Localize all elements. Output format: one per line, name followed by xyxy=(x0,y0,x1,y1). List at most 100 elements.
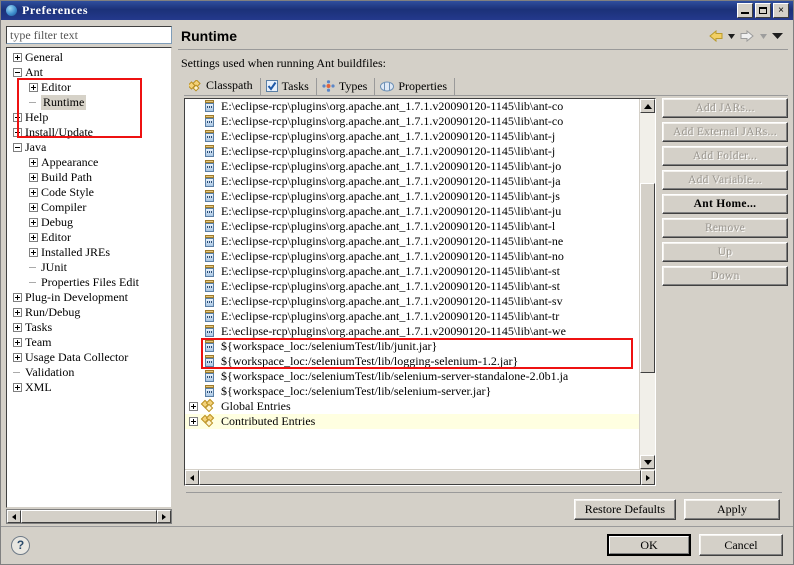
expand-plus-icon[interactable] xyxy=(13,323,22,332)
list-scroll-right-button[interactable] xyxy=(641,470,655,485)
list-hscrollbar-thumb[interactable] xyxy=(199,470,641,485)
expand-plus-icon[interactable] xyxy=(29,233,38,242)
expand-plus-icon[interactable] xyxy=(13,293,22,302)
sidebar-item-install-update[interactable]: Install/Update xyxy=(9,125,171,140)
classpath-entry[interactable]: E:\eclipse-rcp\plugins\org.apache.ant_1.… xyxy=(185,294,639,309)
sidebar-item-editor[interactable]: Editor xyxy=(9,230,171,245)
expand-plus-icon[interactable] xyxy=(13,53,22,62)
sidebar-item-tasks[interactable]: Tasks xyxy=(9,320,171,335)
maximize-button[interactable] xyxy=(755,3,771,18)
classpath-entry[interactable]: E:\eclipse-rcp\plugins\org.apache.ant_1.… xyxy=(185,114,639,129)
tab-tasks[interactable]: Tasks xyxy=(261,78,317,95)
expand-plus-icon[interactable] xyxy=(189,402,198,411)
sidebar-item-run-debug[interactable]: Run/Debug xyxy=(9,305,171,320)
sidebar-item-validation[interactable]: Validation xyxy=(9,365,171,380)
ok-button[interactable]: OK xyxy=(607,534,691,556)
collapse-minus-icon[interactable] xyxy=(13,68,22,77)
sidebar-item-runtime[interactable]: Runtime xyxy=(9,95,171,110)
close-button[interactable]: × xyxy=(773,3,789,18)
back-arrow-icon[interactable] xyxy=(707,29,724,43)
classpath-entry[interactable]: E:\eclipse-rcp\plugins\org.apache.ant_1.… xyxy=(185,264,639,279)
tab-classpath[interactable]: Classpath xyxy=(184,78,261,95)
classpath-entry[interactable]: E:\eclipse-rcp\plugins\org.apache.ant_1.… xyxy=(185,99,639,114)
sidebar-item-editor[interactable]: Editor xyxy=(9,80,171,95)
classpath-entry[interactable]: ${workspace_loc:/seleniumTest/lib/loggin… xyxy=(185,354,639,369)
classpath-entry[interactable]: E:\eclipse-rcp\plugins\org.apache.ant_1.… xyxy=(185,174,639,189)
expand-plus-icon[interactable] xyxy=(29,83,38,92)
classpath-entry[interactable]: E:\eclipse-rcp\plugins\org.apache.ant_1.… xyxy=(185,249,639,264)
vertical-scroll-track[interactable] xyxy=(640,113,655,455)
tab-properties[interactable]: Properties xyxy=(375,78,455,95)
collapse-minus-icon[interactable] xyxy=(13,143,22,152)
expand-plus-icon[interactable] xyxy=(13,338,22,347)
expand-plus-icon[interactable] xyxy=(29,188,38,197)
forward-arrow-icon[interactable] xyxy=(739,29,756,43)
minimize-button[interactable] xyxy=(737,3,753,18)
help-question-icon[interactable]: ? xyxy=(11,535,30,555)
tab-types[interactable]: Types xyxy=(317,78,376,95)
classpath-entry[interactable]: E:\eclipse-rcp\plugins\org.apache.ant_1.… xyxy=(185,234,639,249)
sidebar-item-ant[interactable]: Ant xyxy=(9,65,171,80)
sidebar-item-team[interactable]: Team xyxy=(9,335,171,350)
expand-plus-icon[interactable] xyxy=(29,158,38,167)
sidebar-item-compiler[interactable]: Compiler xyxy=(9,200,171,215)
sidebar-item-appearance[interactable]: Appearance xyxy=(9,155,171,170)
classpath-entry[interactable]: ${workspace_loc:/seleniumTest/lib/seleni… xyxy=(185,384,639,399)
classpath-entry[interactable]: E:\eclipse-rcp\plugins\org.apache.ant_1.… xyxy=(185,129,639,144)
back-chevron-down-icon[interactable] xyxy=(727,32,736,41)
cancel-button[interactable]: Cancel xyxy=(699,534,783,556)
expand-plus-icon[interactable] xyxy=(13,383,22,392)
expand-plus-icon[interactable] xyxy=(29,248,38,257)
expand-plus-icon[interactable] xyxy=(13,353,22,362)
classpath-entry[interactable]: E:\eclipse-rcp\plugins\org.apache.ant_1.… xyxy=(185,324,639,339)
classpath-list[interactable]: E:\eclipse-rcp\plugins\org.apache.ant_1.… xyxy=(185,99,639,469)
classpath-entry[interactable]: ${workspace_loc:/seleniumTest/lib/junit.… xyxy=(185,339,639,354)
vertical-scrollbar-thumb[interactable] xyxy=(640,183,655,373)
classpath-horizontal-scrollbar[interactable] xyxy=(185,469,655,485)
expand-plus-icon[interactable] xyxy=(13,113,22,122)
sidebar-item-debug[interactable]: Debug xyxy=(9,215,171,230)
classpath-group-contributed-entries[interactable]: Contributed Entries xyxy=(185,413,639,429)
sidebar-horizontal-scrollbar[interactable] xyxy=(6,509,172,524)
expand-plus-icon[interactable] xyxy=(13,308,22,317)
expand-plus-icon[interactable] xyxy=(29,173,38,182)
expand-plus-icon[interactable] xyxy=(189,417,198,426)
classpath-entry[interactable]: E:\eclipse-rcp\plugins\org.apache.ant_1.… xyxy=(185,309,639,324)
sidebar-item-installed-jres[interactable]: Installed JREs xyxy=(9,245,171,260)
scroll-down-button[interactable] xyxy=(640,455,655,469)
forward-chevron-down-icon[interactable] xyxy=(759,32,768,41)
preferences-tree[interactable]: General Ant Editor Runtime Help Install/Updat… xyxy=(6,47,172,508)
classpath-vertical-scrollbar[interactable] xyxy=(639,99,655,469)
apply-button[interactable]: Apply xyxy=(684,499,780,520)
view-menu-icon[interactable] xyxy=(771,31,784,41)
sidebar-item-code-style[interactable]: Code Style xyxy=(9,185,171,200)
sidebar-item-xml[interactable]: XML xyxy=(9,380,171,395)
expand-plus-icon[interactable] xyxy=(13,128,22,137)
scrollbar-thumb[interactable] xyxy=(21,510,157,523)
scroll-left-button[interactable] xyxy=(7,510,21,523)
sidebar-item-help[interactable]: Help xyxy=(9,110,171,125)
sidebar-item-junit[interactable]: JUnit xyxy=(9,260,171,275)
ant-home-button[interactable]: Ant Home... xyxy=(662,194,788,214)
classpath-group-global-entries[interactable]: Global Entries xyxy=(185,398,639,414)
filter-input[interactable]: type filter text xyxy=(6,26,172,44)
classpath-entry[interactable]: E:\eclipse-rcp\plugins\org.apache.ant_1.… xyxy=(185,219,639,234)
sidebar-item-usage-data-collector[interactable]: Usage Data Collector xyxy=(9,350,171,365)
expand-plus-icon[interactable] xyxy=(29,203,38,212)
classpath-entry[interactable]: E:\eclipse-rcp\plugins\org.apache.ant_1.… xyxy=(185,189,639,204)
classpath-entry[interactable]: E:\eclipse-rcp\plugins\org.apache.ant_1.… xyxy=(185,144,639,159)
classpath-entry[interactable]: E:\eclipse-rcp\plugins\org.apache.ant_1.… xyxy=(185,279,639,294)
restore-defaults-button[interactable]: Restore Defaults xyxy=(573,499,676,520)
classpath-entry[interactable]: E:\eclipse-rcp\plugins\org.apache.ant_1.… xyxy=(185,204,639,219)
classpath-tree-panel[interactable]: E:\eclipse-rcp\plugins\org.apache.ant_1.… xyxy=(184,98,656,486)
sidebar-item-properties-files-edit[interactable]: Properties Files Edit xyxy=(9,275,171,290)
sidebar-item-java[interactable]: Java xyxy=(9,140,171,155)
sidebar-item-plug-in-development[interactable]: Plug-in Development xyxy=(9,290,171,305)
scroll-right-button[interactable] xyxy=(157,510,171,523)
classpath-entry[interactable]: ${workspace_loc:/seleniumTest/lib/seleni… xyxy=(185,369,639,384)
list-scroll-left-button[interactable] xyxy=(185,470,199,485)
sidebar-item-general[interactable]: General xyxy=(9,50,171,65)
expand-plus-icon[interactable] xyxy=(29,218,38,227)
classpath-entry[interactable]: E:\eclipse-rcp\plugins\org.apache.ant_1.… xyxy=(185,159,639,174)
sidebar-item-build-path[interactable]: Build Path xyxy=(9,170,171,185)
